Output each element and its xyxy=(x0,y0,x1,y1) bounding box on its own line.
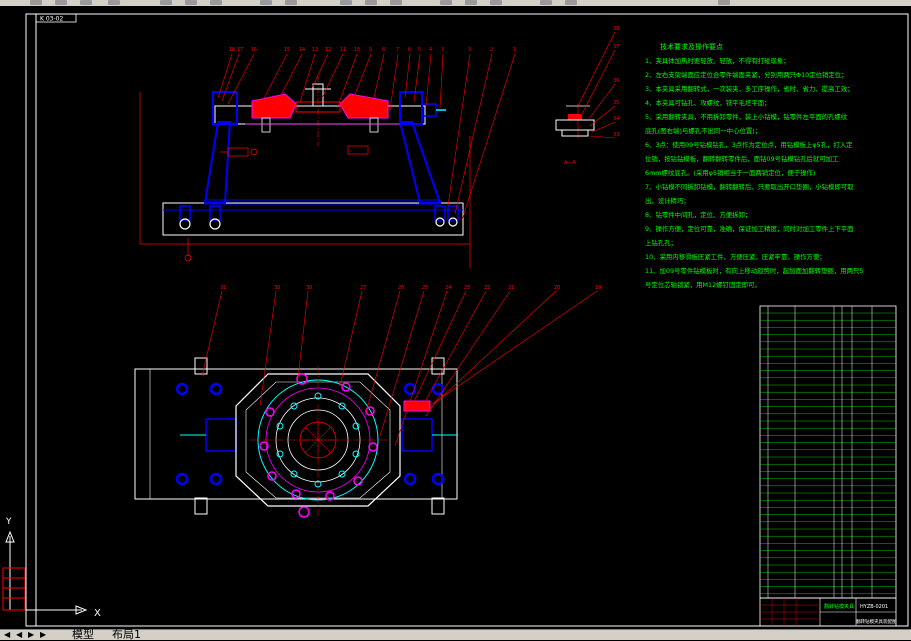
svg-text:8: 8 xyxy=(382,47,385,53)
note-line: 6、3点：使用09号钻模钻孔，3点作为定位点，用钻模板上φ5孔，打入定 xyxy=(645,140,853,149)
note-line: 位销，按钻钻模板，翻转翻转零件后，面钻09号钻模钻孔后就可加工 xyxy=(645,154,839,163)
section-a-a: 38 37 36 35 34 33 A—A xyxy=(555,26,619,166)
svg-text:38: 38 xyxy=(613,26,619,32)
svg-text:4: 4 xyxy=(429,47,432,53)
svg-text:3: 3 xyxy=(441,47,444,53)
svg-text:27: 27 xyxy=(360,285,366,291)
svg-text:22: 22 xyxy=(484,285,490,291)
section-label: A—A xyxy=(564,160,576,166)
svg-text:18: 18 xyxy=(229,47,235,53)
properties-icon[interactable] xyxy=(440,0,452,5)
title-block-code: HYZB-0201 xyxy=(860,604,888,610)
svg-text:34: 34 xyxy=(613,116,619,122)
tab-nav-next-icon[interactable]: ▶ xyxy=(28,631,38,639)
top-view: 31 30 30 27 26 25 24 23 22 21 20 19 xyxy=(134,285,601,518)
svg-text:15: 15 xyxy=(284,47,290,53)
title-block-name: 翻转钻模夹具 xyxy=(824,603,854,610)
svg-text:30: 30 xyxy=(306,285,312,291)
note-line: 4、本夹具可钻孔、攻螺纹，铣平毛坯平面； xyxy=(645,98,771,107)
svg-text:19: 19 xyxy=(595,285,601,291)
note-line: 9、操作方便，定位可靠，准确，保证加工精度，同时对加工零件上下平面 xyxy=(645,224,854,233)
note-line: 3、本夹具采用翻转式，一次装夹，多工序操作，省时、省力、提高工效； xyxy=(645,84,854,93)
ucs-icon: Y X xyxy=(2,517,101,619)
note-line: 10、采用内移滑板压紧工件，方便压紧，压紧牢靠，操作方便； xyxy=(645,252,826,261)
drawing-canvas[interactable]: K 03-02 18 17 16 15 14 13 12 11 10 9 8 7… xyxy=(0,6,911,629)
svg-text:14: 14 xyxy=(299,47,305,53)
svg-text:7: 7 xyxy=(396,47,399,53)
svg-text:33: 33 xyxy=(613,132,619,138)
redo-icon[interactable] xyxy=(285,0,297,5)
svg-text:21: 21 xyxy=(508,285,514,291)
note-line: 1、夹具体加热时要轻放、轻放，不得有打碰现象； xyxy=(645,56,790,65)
svg-text:6: 6 xyxy=(408,47,411,53)
svg-text:26: 26 xyxy=(398,285,404,291)
svg-text:20: 20 xyxy=(554,285,560,291)
markup-icon[interactable] xyxy=(565,0,577,5)
svg-text:36: 36 xyxy=(613,78,619,84)
pan-icon[interactable] xyxy=(340,0,352,5)
help-icon[interactable] xyxy=(718,0,730,5)
note-line: 出，设计精巧； xyxy=(645,196,690,205)
svg-text:12: 12 xyxy=(325,47,331,53)
copy-icon[interactable] xyxy=(185,0,197,5)
technical-notes: 技术要求及操作要点 1、夹具体加热时要轻放、轻放，不得有打碰现象； 2、左右支架… xyxy=(645,42,863,289)
svg-text:37: 37 xyxy=(613,44,619,50)
tab-nav-first-icon[interactable]: ◀ xyxy=(4,631,14,639)
front-view: 18 17 16 15 14 13 12 11 10 9 8 7 6 5 4 3 3 2 1 xyxy=(139,47,516,268)
tab-nav-last-icon[interactable]: ▶ xyxy=(40,631,50,639)
note-line: 6mm螺纹底孔。(采用φ5销相当于一面两销定位，便于操作) xyxy=(645,168,815,177)
paste-icon[interactable] xyxy=(210,0,222,5)
x-axis-label: X xyxy=(94,608,101,619)
title-block: 翻转钻模夹具 HYZB-0201 翻转钻模夹具装配图 xyxy=(759,597,897,627)
note-line: 上钻孔孔； xyxy=(645,238,677,247)
note-line: 11、加09号零件钻模板时，有向上移动趋势时，起加面加翻转垫圈，用两只5 xyxy=(645,266,863,275)
open-file-icon[interactable] xyxy=(55,0,67,5)
drawing-code-text: K 03-02 xyxy=(40,16,63,23)
note-line: 号定位芯轴锁紧，用M12螺钉固定即可。 xyxy=(645,280,761,289)
svg-text:9: 9 xyxy=(369,47,372,53)
note-line: 底孔(图右端)与螺孔不出同一中心位置)； xyxy=(645,126,761,135)
svg-text:30: 30 xyxy=(274,285,280,291)
new-file-icon[interactable] xyxy=(30,0,42,5)
print-icon[interactable] xyxy=(108,0,120,5)
svg-text:13: 13 xyxy=(312,47,318,53)
svg-text:11: 11 xyxy=(340,47,346,53)
note-line: 7、小钻模不同拆卸钻模，翻转翻转后，只要取出开口垫圈，小钻模即可取 xyxy=(645,182,854,191)
save-icon[interactable] xyxy=(80,0,92,5)
design-center-icon[interactable] xyxy=(465,0,477,5)
svg-text:17: 17 xyxy=(237,47,243,53)
calculator-icon[interactable] xyxy=(540,0,552,5)
title-block-subtitle: 翻转钻模夹具装配图 xyxy=(856,618,897,625)
note-line: 5、采用翻转夹具，不用拆卸零件，装上小钻模，钻零件左平面的孔螺纹 xyxy=(645,112,848,121)
zoom-window-icon[interactable] xyxy=(390,0,402,5)
svg-text:3: 3 xyxy=(468,47,471,53)
tool-palette-icon[interactable] xyxy=(490,0,502,5)
svg-text:31: 31 xyxy=(220,285,226,291)
y-axis-label: Y xyxy=(5,517,12,527)
svg-text:1: 1 xyxy=(513,47,516,53)
cut-icon[interactable] xyxy=(160,0,172,5)
parts-list xyxy=(759,305,897,599)
svg-text:24: 24 xyxy=(445,285,451,291)
note-line: 8、钻零件中间孔，定位、方便拆卸； xyxy=(645,210,751,219)
svg-text:5: 5 xyxy=(418,47,421,53)
note-line: 2、左右支架端面应定位合零件端面夹紧，分别用两只Φ10定位销定位； xyxy=(645,70,848,79)
svg-text:25: 25 xyxy=(422,285,428,291)
layout-tabs-bar: ◀ ◀ ▶ ▶ 模型 布局1 xyxy=(0,629,911,640)
svg-text:16: 16 xyxy=(251,47,257,53)
tab-nav-prev-icon[interactable]: ◀ xyxy=(16,631,26,639)
svg-text:23: 23 xyxy=(464,285,470,291)
svg-text:2: 2 xyxy=(490,47,493,53)
zoom-icon[interactable] xyxy=(365,0,377,5)
notes-title: 技术要求及操作要点 xyxy=(660,42,723,51)
svg-text:10: 10 xyxy=(354,47,360,53)
svg-text:35: 35 xyxy=(613,100,619,106)
undo-icon[interactable] xyxy=(260,0,272,5)
